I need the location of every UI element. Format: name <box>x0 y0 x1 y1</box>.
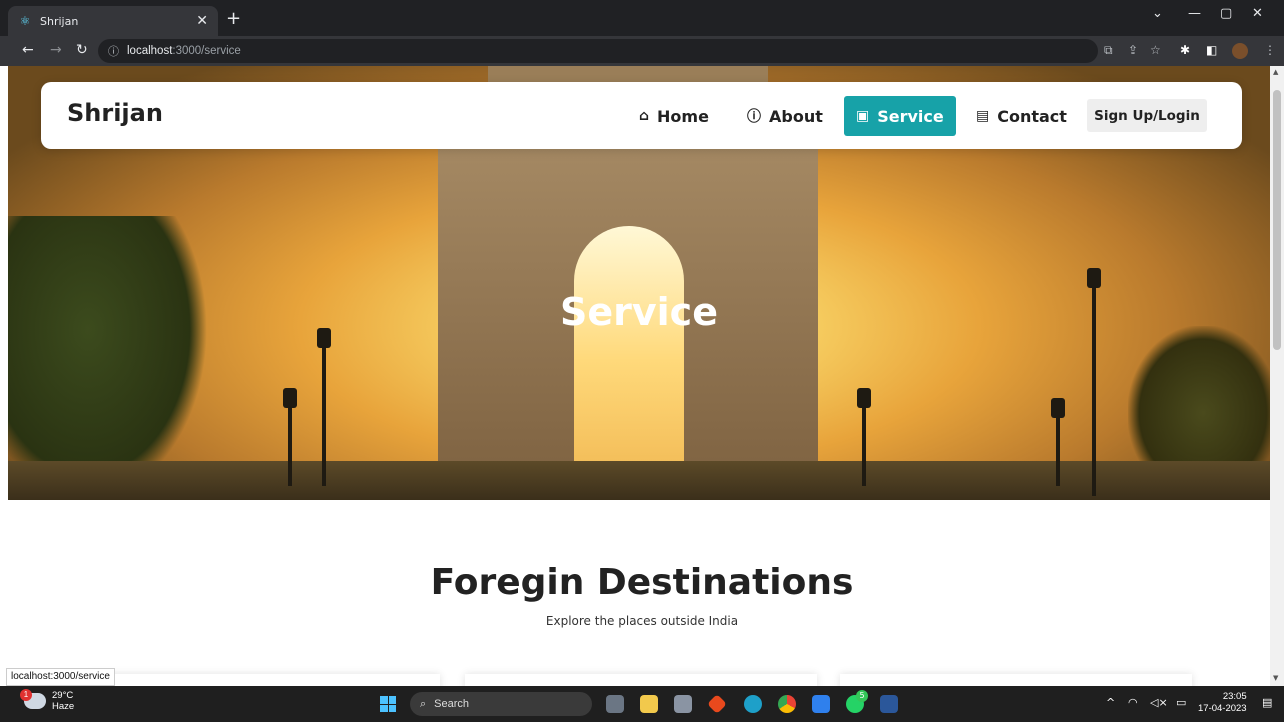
chrome-browser-icon[interactable] <box>778 695 796 713</box>
web-page: Service Shrijan ⌂ Home ⓘ About ▣ Service… <box>0 66 1270 686</box>
briefcase-icon: ▣ <box>856 108 870 124</box>
file-explorer-icon[interactable] <box>640 695 658 713</box>
notification-center-icon[interactable]: ▤ <box>1262 696 1272 709</box>
destination-card[interactable] <box>840 674 1192 686</box>
section-title: Foregin Destinations <box>430 562 854 603</box>
url-host: localhost <box>127 45 173 57</box>
info-icon: ⓘ <box>747 109 761 125</box>
page-scrollbar[interactable]: ▲ ▼ <box>1270 66 1284 686</box>
minimize-icon[interactable]: — <box>1188 6 1201 21</box>
clock-time: 23:05 <box>1222 691 1247 702</box>
share-icon[interactable]: ⇪ <box>1128 43 1138 57</box>
browser-tab[interactable]: ⚛ Shrijan ✕ <box>8 6 218 36</box>
taskbar-search[interactable]: ⌕ Search <box>410 692 592 716</box>
browser-toolbar: ← → ↻ ⓘ localhost:3000/service ⧉ ⇪ ☆ ✱ ◧… <box>0 36 1284 66</box>
contact-book-icon: ▤ <box>976 108 990 124</box>
nav-contact[interactable]: ▤ Contact <box>976 96 1067 136</box>
close-tab-icon[interactable]: ✕ <box>196 13 208 29</box>
tab-search-chevron-icon[interactable]: ⌄ <box>1152 6 1163 21</box>
back-icon[interactable]: ← <box>22 42 34 58</box>
close-window-icon[interactable]: ✕ <box>1252 6 1263 21</box>
section-subtitle: Explore the places outside India <box>545 614 739 628</box>
address-bar[interactable]: ⓘ localhost:3000/service <box>98 39 1098 63</box>
weather-temp: 29°C <box>52 690 74 701</box>
show-hidden-icons-icon[interactable]: ^ <box>1106 696 1115 709</box>
url-path: :3000/service <box>172 45 241 57</box>
street-lamp <box>283 388 297 486</box>
windows-start-icon[interactable] <box>380 696 396 712</box>
nav-home[interactable]: ⌂ Home <box>639 96 709 136</box>
site-info-icon[interactable]: ⓘ <box>108 43 119 59</box>
weather-desc: Haze <box>52 701 75 712</box>
nav-service[interactable]: ▣ Service <box>844 96 956 136</box>
profile-avatar[interactable] <box>1232 43 1248 59</box>
system-clock[interactable]: 23:05 17-04-2023 <box>1198 691 1247 715</box>
nav-service-label: Service <box>877 106 944 126</box>
scrollbar-thumb[interactable] <box>1273 90 1281 350</box>
weather-haze-icon: 1 <box>20 689 46 709</box>
site-navbar: Shrijan ⌂ Home ⓘ About ▣ Service ▤ Conta… <box>41 82 1242 149</box>
forward-icon[interactable]: → <box>50 42 62 58</box>
extensions-icon[interactable]: ✱ <box>1180 43 1190 57</box>
vscode-icon[interactable] <box>812 695 830 713</box>
nav-about-label: About <box>769 106 823 126</box>
hero-image-arch <box>574 226 684 496</box>
new-tab-icon[interactable]: + <box>226 8 241 29</box>
nav-about[interactable]: ⓘ About <box>747 96 823 136</box>
battery-icon[interactable]: ▭ <box>1176 696 1186 709</box>
wifi-icon[interactable]: ◠ <box>1128 696 1138 709</box>
react-favicon-icon: ⚛ <box>19 14 31 28</box>
weather-widget[interactable]: 1 29°C Haze <box>20 689 75 712</box>
menu-kebab-icon[interactable]: ⋮ <box>1264 43 1276 57</box>
reload-icon[interactable]: ↻ <box>76 42 88 58</box>
destination-card[interactable] <box>88 674 440 686</box>
word-icon[interactable] <box>880 695 898 713</box>
install-app-icon[interactable]: ⧉ <box>1104 43 1113 58</box>
whatsapp-icon[interactable]: 5 <box>846 690 868 713</box>
microsoft-store-icon[interactable] <box>674 695 692 713</box>
link-status-bubble: localhost:3000/service <box>6 668 115 686</box>
nav-home-label: Home <box>657 106 709 126</box>
maximize-icon[interactable]: ▢ <box>1220 6 1232 21</box>
hero-image-trees-left <box>8 216 208 500</box>
street-lamp <box>1051 398 1065 486</box>
scroll-down-icon[interactable]: ▼ <box>1273 674 1278 682</box>
scroll-up-icon[interactable]: ▲ <box>1273 68 1278 76</box>
street-lamp <box>317 328 331 486</box>
weather-badge: 1 <box>20 689 32 701</box>
bookmark-star-icon[interactable]: ☆ <box>1150 43 1161 57</box>
search-icon: ⌕ <box>420 697 427 710</box>
signup-login-button[interactable]: Sign Up/Login <box>1087 99 1207 132</box>
street-lamp <box>857 388 871 486</box>
destination-card[interactable] <box>465 674 817 686</box>
task-view-icon[interactable] <box>606 695 624 713</box>
tab-title: Shrijan <box>40 14 79 28</box>
home-icon: ⌂ <box>639 108 650 124</box>
browser-tab-strip: ⚛ Shrijan ✕ + ⌄ — ▢ ✕ <box>0 0 1284 36</box>
hero-image-ground <box>8 461 1270 500</box>
whatsapp-badge: 5 <box>856 690 868 702</box>
side-panel-icon[interactable]: ◧ <box>1206 43 1217 57</box>
clock-date: 17-04-2023 <box>1198 703 1247 714</box>
brand-logo[interactable]: Shrijan <box>67 99 163 127</box>
hero-title: Service <box>560 290 718 334</box>
nav-contact-label: Contact <box>997 106 1067 126</box>
taskbar-search-label: Search <box>434 698 470 710</box>
windows-taskbar: 1 29°C Haze ⌕ Search 5 ^ ◠ ◁× ▭ 23:05 17… <box>0 686 1284 722</box>
git-icon[interactable] <box>707 694 727 714</box>
volume-muted-icon[interactable]: ◁× <box>1150 696 1168 709</box>
edge-browser-icon[interactable] <box>744 695 762 713</box>
